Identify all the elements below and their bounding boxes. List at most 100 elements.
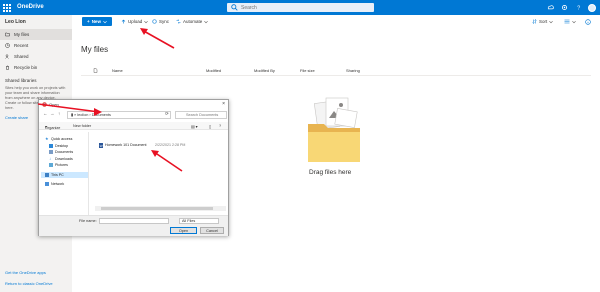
column-header-sharing[interactable]: Sharing [346, 68, 360, 73]
sort-icon [532, 19, 537, 24]
app-launcher-icon[interactable] [3, 4, 11, 12]
nav-item-recycle-bin[interactable]: Recycle bin [0, 62, 72, 73]
pictures-icon [49, 163, 53, 168]
file-item[interactable]: W Homework 101 Document 2/22/2021 2:28 P… [99, 142, 199, 148]
new-button-label: New [91, 19, 101, 24]
empty-state-text: Drag files here [309, 169, 352, 176]
column-header-file-size[interactable]: File size [300, 68, 315, 73]
file-name-input[interactable] [99, 218, 169, 224]
trash-icon [6, 65, 9, 70]
command-bar: + New Upload Sync Automate Sort [72, 15, 600, 28]
sort-label: Sort [539, 19, 548, 24]
nav-item-my-files[interactable]: My files [0, 29, 72, 40]
file-date: 2/22/2021 2:28 PM [155, 143, 186, 147]
close-icon[interactable]: × [222, 101, 225, 107]
dialog-footer: File name: All Files Open Cancel [39, 215, 228, 236]
tree-label: This PC [51, 172, 64, 177]
upload-label: Upload [128, 19, 143, 24]
app-title[interactable]: OneDrive [17, 4, 44, 10]
file-name-label: File name: [79, 219, 97, 223]
details-pane-button[interactable] [585, 17, 591, 26]
preview-pane-icon[interactable]: ▯ [209, 124, 211, 129]
nav-item-shared[interactable]: Shared [0, 51, 72, 62]
sync-icon [152, 19, 157, 24]
tree-item-this-pc[interactable]: This PC [41, 171, 88, 178]
arrow-to-upload [141, 29, 175, 49]
address-bar[interactable]: ▮ » leolion › Documents [67, 111, 171, 119]
search-box[interactable] [227, 3, 374, 12]
tree-label: Quick access [51, 137, 73, 142]
dialog-search-box[interactable]: Search Documents [175, 111, 227, 119]
view-menu-icon[interactable]: ▤ ▾ [191, 124, 198, 129]
suite-header: OneDrive ? [0, 0, 600, 15]
up-arrow-icon[interactable]: ↑ [58, 111, 63, 119]
chevron-down-icon [549, 20, 554, 23]
tree-label: Documents [55, 150, 74, 155]
column-header-modified[interactable]: Modified [206, 68, 221, 73]
upload-button[interactable]: Upload [121, 17, 149, 26]
settings-icon[interactable] [560, 4, 568, 12]
file-type-value: All Files [182, 219, 196, 223]
tree-item-network[interactable]: Network [41, 181, 88, 188]
sync-button[interactable]: Sync [152, 17, 169, 26]
column-header-modified-by[interactable]: Modified By [254, 68, 275, 73]
breadcrumb-root-icon: ▮ » [71, 113, 77, 117]
tree-label: Network [51, 182, 65, 187]
tree-item-pictures[interactable]: Pictures [41, 162, 88, 169]
chevron-down-icon [103, 20, 107, 23]
sort-button[interactable]: Sort [532, 17, 554, 26]
automate-button[interactable]: Automate [176, 17, 209, 26]
dialog-titlebar: Open × [39, 100, 228, 109]
page-title: My files [81, 45, 109, 54]
create-shared-library-link[interactable]: Create share [5, 115, 28, 120]
return-classic-link[interactable]: Return to classic OneDrive [5, 281, 53, 286]
refresh-icon[interactable]: ⟳ [165, 111, 170, 119]
upload-icon [121, 19, 126, 24]
help-icon[interactable]: ? [219, 124, 221, 128]
file-type-select[interactable]: All Files [179, 218, 219, 224]
sync-status-icon[interactable] [546, 4, 554, 12]
shared-libraries-heading: Shared libraries [5, 78, 37, 83]
open-button[interactable]: Open [170, 227, 197, 234]
organize-menu[interactable]: Organize ▾ [45, 124, 60, 130]
info-icon [585, 18, 591, 25]
get-apps-link[interactable]: Get the OneDrive apps [5, 270, 46, 275]
people-icon [5, 54, 9, 59]
dialog-title: Open [49, 102, 59, 107]
chevron-down-icon [144, 20, 149, 23]
new-button[interactable]: + New [82, 17, 112, 26]
nav-label: My files [14, 32, 30, 37]
breadcrumb-item-documents[interactable]: Documents [92, 113, 111, 117]
chrome-icon [42, 102, 47, 107]
forward-arrow-icon[interactable]: → [50, 111, 55, 119]
cancel-button[interactable]: Cancel [200, 227, 224, 234]
dialog-address-row: ← → ↑ ▮ » leolion › Documents ⟳ Search D… [41, 111, 227, 119]
file-list-header: Name Modified Modified By File size Shar… [81, 66, 591, 76]
header-actions: ? [546, 3, 596, 12]
clock-icon [5, 43, 10, 48]
svg-text:W: W [100, 143, 103, 147]
breadcrumb-item-user[interactable]: leolion [77, 113, 88, 117]
nav-item-recent[interactable]: Recent [0, 40, 72, 51]
horizontal-scrollbar[interactable] [95, 206, 226, 211]
file-type-column-icon[interactable] [93, 68, 98, 74]
navigation-pane: ★ Quick access Desktop Documents ↓ Downl… [41, 132, 89, 215]
column-header-name[interactable]: Name [112, 68, 123, 73]
tree-label: Desktop [55, 143, 69, 148]
new-folder-button[interactable]: New folder [73, 124, 91, 128]
network-icon [45, 182, 49, 187]
back-arrow-icon[interactable]: ← [43, 111, 48, 119]
avatar[interactable] [588, 3, 596, 12]
view-options-button[interactable] [564, 17, 576, 26]
word-document-icon: W [99, 142, 103, 148]
search-input[interactable] [241, 4, 361, 11]
list-view-icon [564, 19, 570, 24]
star-icon: ★ [45, 136, 49, 142]
user-name: Leo Lion [5, 19, 26, 25]
empty-folder-illustration [308, 97, 360, 162]
chevron-down-icon [572, 20, 576, 23]
help-icon[interactable]: ? [574, 4, 582, 12]
documents-icon [49, 150, 53, 155]
tree-label: Pictures [55, 163, 68, 168]
pc-icon [45, 172, 49, 177]
